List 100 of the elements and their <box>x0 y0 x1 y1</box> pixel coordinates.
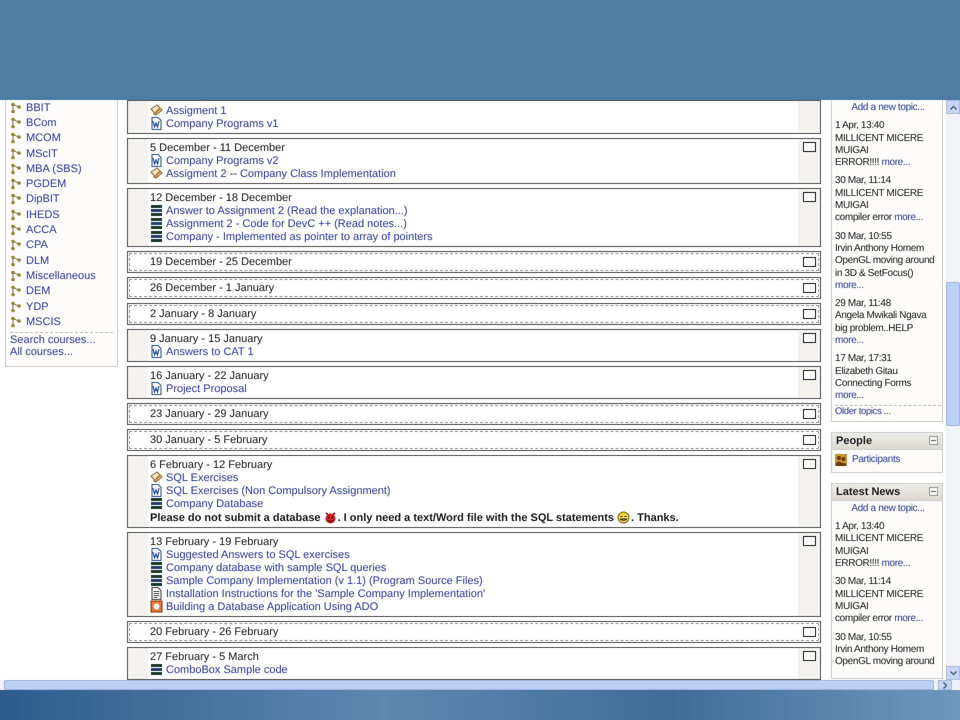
resource-link[interactable]: Company Database <box>166 498 264 510</box>
scroll-up-button[interactable] <box>946 100 960 114</box>
resource-link[interactable]: Sample Company Implementation (v 1.1) (Program Source Files) <box>166 574 483 586</box>
square-icon[interactable] <box>802 409 816 419</box>
post-date: 30 Mar, 10:55 <box>835 230 893 243</box>
category-link[interactable]: MBA (SBS) <box>26 162 82 175</box>
square-icon[interactable] <box>802 192 816 202</box>
resource-link[interactable]: Company database with sample SQL queries <box>166 562 386 574</box>
course-link[interactable]: All courses... <box>10 346 73 358</box>
stack-icon <box>150 230 163 243</box>
square-icon[interactable] <box>802 651 816 661</box>
resource-link[interactable]: Installation Instructions for the 'Sample Company Implementation' <box>166 588 486 600</box>
chevron-down-icon <box>950 670 956 676</box>
week-title: 2 January - 8 January <box>150 308 258 320</box>
scroll-right-button[interactable] <box>938 680 952 690</box>
resource-link[interactable]: Assigment 2 -- Company Class Implementation <box>166 168 396 180</box>
week-title: 12 December - 18 December <box>150 192 293 204</box>
older-topics-link[interactable]: Older topics ... <box>835 406 891 417</box>
category-icon <box>10 208 22 221</box>
resource-link[interactable]: SQL Exercises (Non Compulsory Assignment) <box>166 484 391 496</box>
square-icon[interactable] <box>802 370 816 380</box>
post-author: Angela Mwikali Ngava <box>835 310 928 323</box>
category-link[interactable]: MScIT <box>26 148 58 160</box>
post-date: 30 Mar, 10:55 <box>835 632 893 644</box>
category-link[interactable]: CPA <box>26 239 48 252</box>
square-icon[interactable] <box>802 257 816 267</box>
resource-link[interactable]: Answers to CAT 1 <box>166 346 254 358</box>
week-title: 20 February - 26 February <box>150 626 280 638</box>
add-topic-link[interactable]: Add a new topic... <box>851 102 925 113</box>
participants-link[interactable]: Participants <box>852 454 900 466</box>
more-link[interactable]: more... <box>882 157 910 168</box>
more-link[interactable]: more... <box>835 390 864 402</box>
post-subject: ERROR!!!! <box>835 157 880 170</box>
square-icon[interactable] <box>802 283 816 293</box>
category-icon <box>10 148 22 160</box>
square-icon[interactable] <box>802 142 816 152</box>
post-author: Elizabeth Gitau <box>835 366 899 378</box>
category-link[interactable]: DLM <box>26 254 50 267</box>
category-link[interactable]: MCOM <box>26 132 61 144</box>
post-date: 1 Apr, 13:40 <box>835 120 886 133</box>
more-link[interactable]: more... <box>894 613 923 624</box>
post-date: 1 Apr, 13:40 <box>835 521 886 534</box>
resource-link[interactable]: Company - Implemented as pointer to array of pointers <box>166 230 433 242</box>
category-link[interactable]: Miscellaneous <box>26 270 96 282</box>
resource-link[interactable]: Answer to Assignment 2 (Read the explanation...) <box>166 204 408 216</box>
course-link[interactable]: Search courses... <box>10 334 96 346</box>
post-subject: compiler error <box>835 212 892 225</box>
square-icon[interactable] <box>802 309 816 319</box>
category-icon <box>10 102 22 114</box>
note-text: . I only need a text/Word file with the SQL statements <box>338 512 614 524</box>
resource-link[interactable]: Project Proposal <box>166 382 247 394</box>
square-icon[interactable] <box>802 333 816 343</box>
category-link[interactable]: BCom <box>26 116 57 129</box>
square-icon[interactable] <box>802 536 816 546</box>
category-link[interactable]: DEM <box>26 285 50 298</box>
category-icon <box>10 178 22 190</box>
resource-link[interactable]: Assignment 2 - Code for DevC ++ (Read notes...) <box>166 218 407 230</box>
square-icon[interactable] <box>802 459 816 469</box>
scroll-thumb[interactable] <box>4 680 934 690</box>
stack-icon <box>150 217 163 230</box>
resource-link[interactable]: Company Programs v1 <box>166 118 278 130</box>
week-title: 16 January - 22 January <box>150 370 270 382</box>
document-icon <box>150 117 163 130</box>
category-link[interactable]: MSCIS <box>26 316 61 328</box>
category-link[interactable]: ACCA <box>26 224 57 236</box>
resource-link[interactable]: Assigment 1 <box>166 104 227 116</box>
post-author: MILLICENT MICERE MUIGAI <box>835 132 924 158</box>
add-topic-link[interactable]: Add a new topic... <box>851 502 925 514</box>
resource-link[interactable]: Building a Database Application Using ADO <box>166 600 378 612</box>
more-link[interactable]: more... <box>835 335 864 346</box>
post-subject: OpenGL moving around in 3D & SetFocus() <box>835 255 936 280</box>
category-link[interactable]: PGDEM <box>26 178 66 190</box>
presentation-icon <box>150 600 163 613</box>
resource-link[interactable]: ComboBox Sample code <box>166 664 288 676</box>
scroll-thumb[interactable] <box>946 282 960 426</box>
square-icon[interactable] <box>802 435 816 445</box>
stack-icon <box>150 574 163 587</box>
more-link[interactable]: more... <box>835 280 864 291</box>
resource-link[interactable]: Suggested Answers to SQL exercises <box>166 548 350 560</box>
scroll-down-button[interactable] <box>946 666 960 680</box>
resource-link[interactable]: Company Programs v2 <box>166 154 278 166</box>
grin-emoticon-icon <box>617 511 630 524</box>
category-link[interactable]: IHEDS <box>26 208 60 221</box>
post-subject: Connecting Forms <box>835 378 912 390</box>
square-icon[interactable] <box>802 627 816 637</box>
people-icon <box>835 454 847 466</box>
category-icon <box>10 270 22 282</box>
category-link[interactable]: DipBIT <box>26 193 60 206</box>
category-link[interactable]: YDP <box>26 300 49 312</box>
chevron-up-icon <box>950 104 956 110</box>
document-icon <box>150 548 163 561</box>
category-link[interactable]: BBIT <box>26 102 50 114</box>
more-link[interactable]: more... <box>882 558 910 570</box>
post-author: Irvin Anthony Homem <box>835 242 925 256</box>
collapse-icon[interactable] <box>929 436 938 446</box>
collapse-icon[interactable] <box>929 487 938 496</box>
resource-link[interactable]: SQL Exercises <box>166 472 238 484</box>
more-link[interactable]: more... <box>894 212 923 224</box>
week-title: 27 February - 5 March <box>150 651 260 663</box>
stack-icon <box>150 497 163 510</box>
